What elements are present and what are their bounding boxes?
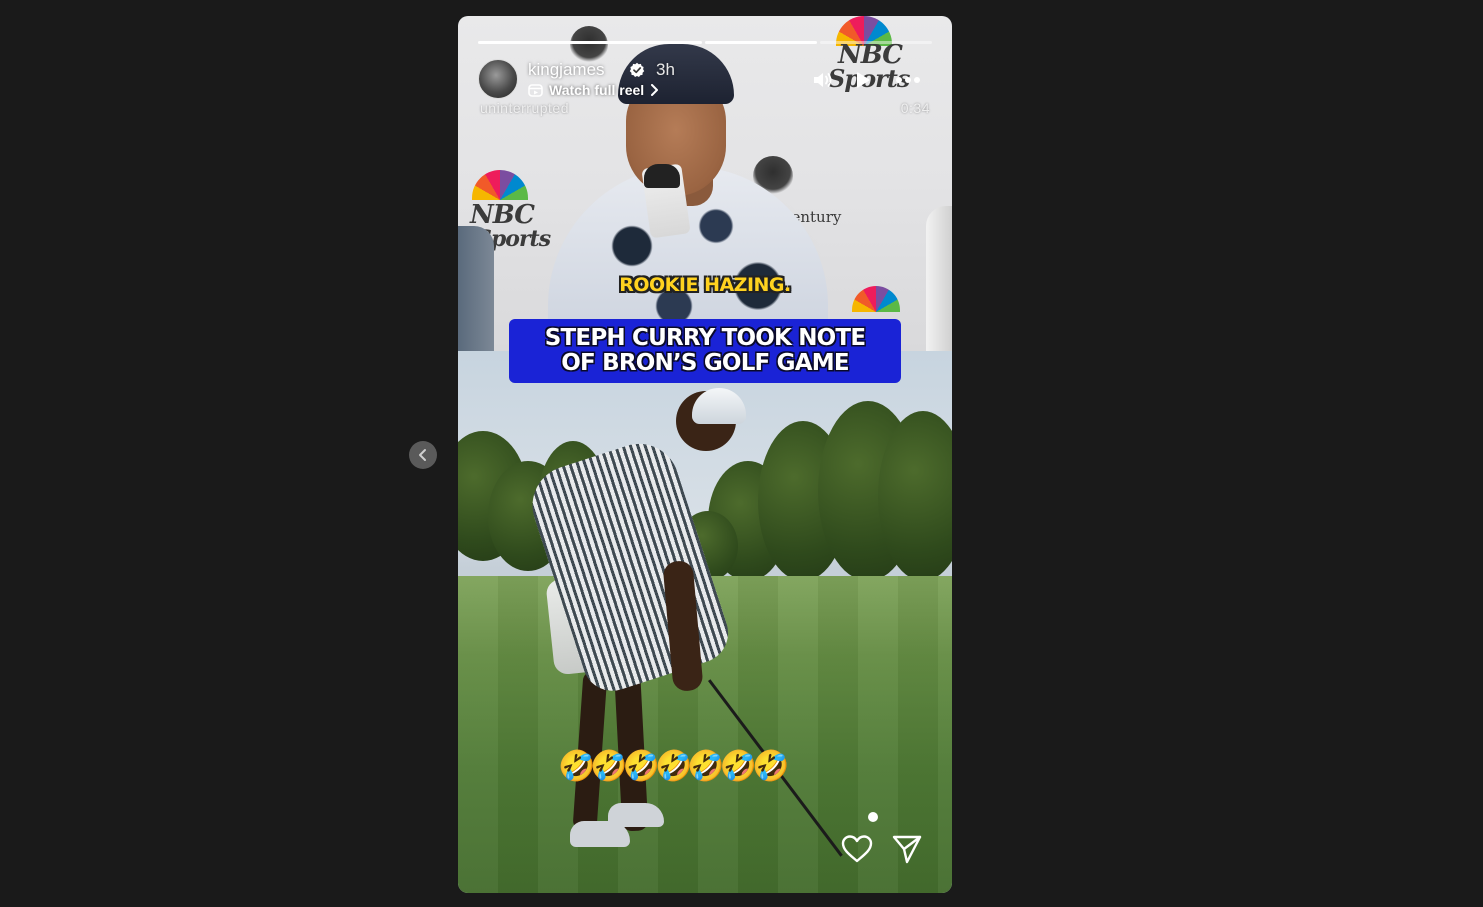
- heart-icon: [841, 835, 873, 863]
- more-options-button[interactable]: [894, 68, 922, 92]
- avatar[interactable]: [478, 59, 518, 99]
- chevron-left-icon: [419, 449, 426, 461]
- play-button[interactable]: [850, 68, 874, 92]
- emoji-reaction-text: 🤣🤣🤣🤣🤣🤣🤣: [558, 749, 789, 784]
- nbc-peacock-logo-left: [472, 170, 528, 200]
- video-title-line-2: OF BRON’S GOLF GAME: [561, 350, 849, 376]
- play-icon: [857, 72, 870, 88]
- video-title-line-1: STEPH CURRY TOOK NOTE: [544, 325, 866, 351]
- golfer-shoe-right: [608, 803, 664, 827]
- microphone-head: [644, 164, 680, 188]
- video-duration: 0:34: [900, 100, 930, 116]
- more-dots-icon: [896, 77, 920, 83]
- share-button[interactable]: [890, 832, 924, 866]
- watch-full-reel-link[interactable]: Watch full reel: [528, 82, 659, 98]
- previous-story-button[interactable]: [409, 441, 437, 469]
- story-card[interactable]: NBC Sports NBC Sports Century ts ROOKIE …: [458, 16, 952, 893]
- progress-segment: [705, 41, 817, 44]
- mute-button[interactable]: [810, 68, 834, 92]
- source-watermark: uninterrupted: [480, 100, 570, 116]
- like-button[interactable]: [840, 832, 874, 866]
- video-caption: ROOKIE HAZING.: [619, 274, 791, 296]
- username-link[interactable]: kingjames: [528, 60, 605, 80]
- story-actions: [838, 832, 928, 866]
- reel-icon: [528, 83, 543, 97]
- golf-ball: [868, 812, 878, 822]
- video-title-banner: STEPH CURRY TOOK NOTE OF BRON’S GOLF GAM…: [509, 319, 901, 383]
- watch-full-reel-label: Watch full reel: [549, 82, 645, 98]
- story-viewer: NBC Sports NBC Sports Century ts ROOKIE …: [0, 0, 1483, 907]
- story-progress-bar: [478, 41, 932, 44]
- video-bottom-clip: 🤣🤣🤣🤣🤣🤣🤣: [458, 351, 952, 893]
- timestamp: 3h: [656, 60, 675, 79]
- progress-segment-current: [820, 41, 932, 44]
- chevron-right-icon: [651, 84, 659, 96]
- volume-icon: [814, 73, 832, 87]
- verified-badge-icon: [629, 62, 645, 77]
- progress-segment: [478, 41, 702, 44]
- send-icon: [892, 835, 922, 864]
